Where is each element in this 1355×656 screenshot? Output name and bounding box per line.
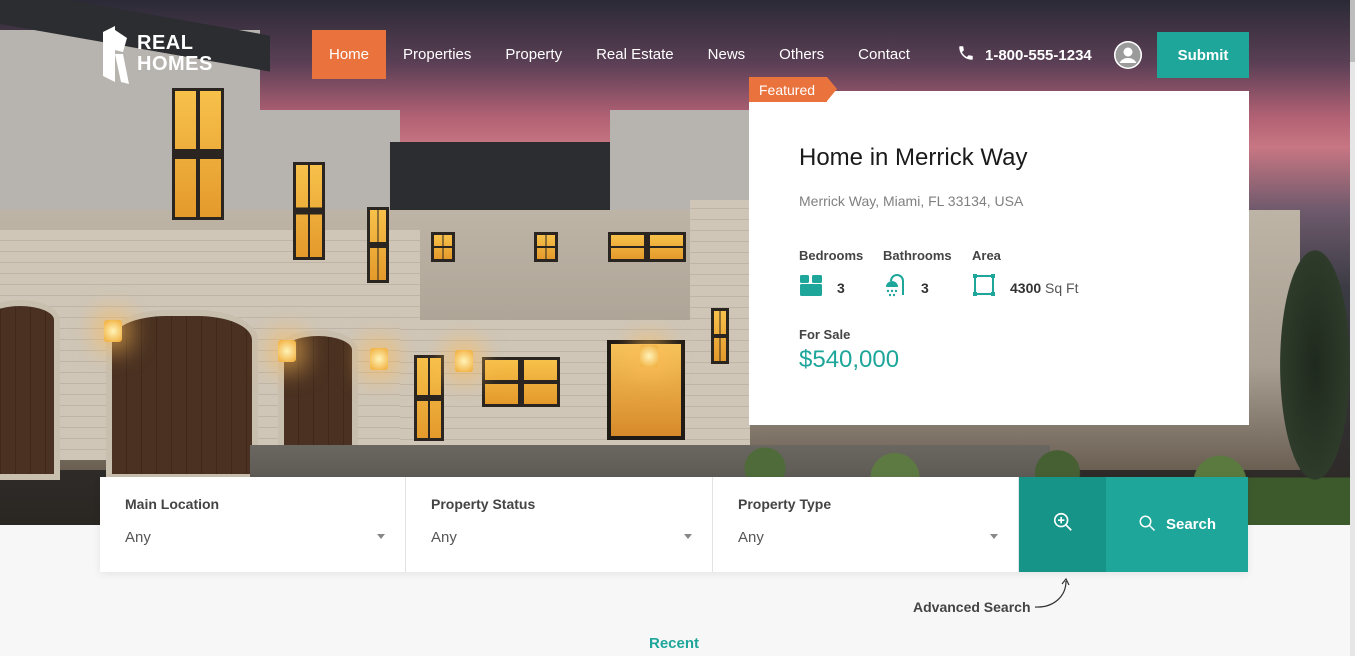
- property-status: For Sale: [799, 327, 851, 342]
- curved-arrow-icon: [1034, 576, 1074, 617]
- logo-line-2: HOMES: [137, 53, 213, 75]
- search-icon: [1138, 514, 1156, 536]
- property-status-value[interactable]: Any: [431, 529, 457, 546]
- property-type-value[interactable]: Any: [738, 529, 764, 546]
- featured-property-card[interactable]: Home in Merrick Way Merrick Way, Miami, …: [749, 91, 1249, 425]
- recent-section-title: Recent: [649, 635, 700, 652]
- advanced-search-toggle[interactable]: [1019, 477, 1106, 572]
- main-nav: Home Properties Property Real Estate New…: [312, 30, 927, 79]
- search-button[interactable]: Search: [1106, 477, 1248, 572]
- chevron-down-icon: [990, 534, 998, 539]
- main-location-label: Main Location: [125, 496, 220, 512]
- phone-icon: [957, 44, 975, 66]
- property-type-label: Property Type: [738, 496, 832, 512]
- bedrooms-value: 3: [837, 279, 845, 296]
- property-title[interactable]: Home in Merrick Way: [799, 144, 1027, 172]
- bathrooms-label: Bathrooms: [883, 248, 952, 263]
- bedrooms-label: Bedrooms: [799, 248, 864, 263]
- chevron-down-icon: [684, 534, 692, 539]
- property-address: Merrick Way, Miami, FL 33134, USA: [799, 193, 1024, 209]
- submit-button[interactable]: Submit: [1157, 32, 1249, 78]
- nav-others[interactable]: Others: [762, 30, 841, 79]
- zoom-in-icon: [1052, 511, 1074, 538]
- area-unit: Sq Ft: [1045, 279, 1079, 296]
- property-search-form: Main Location Any Property Status Any Pr…: [100, 477, 1248, 572]
- logo-icon: [99, 24, 129, 84]
- search-button-label: Search: [1165, 516, 1217, 533]
- scrollbar[interactable]: [1350, 0, 1355, 656]
- bed-icon: [799, 273, 823, 302]
- featured-badge: Featured: [749, 77, 838, 102]
- main-location-value[interactable]: Any: [125, 529, 151, 546]
- user-avatar-icon[interactable]: [1114, 41, 1142, 69]
- advanced-search-hint: Advanced Search: [913, 599, 1031, 615]
- property-status-label: Property Status: [431, 496, 536, 512]
- property-price: $540,000: [799, 346, 900, 373]
- chevron-down-icon: [377, 534, 385, 539]
- bathrooms-value: 3: [921, 279, 929, 296]
- area-value: 4300: [1010, 279, 1042, 296]
- site-logo[interactable]: REAL HOMES: [99, 24, 213, 84]
- nav-real-estate[interactable]: Real Estate: [579, 30, 691, 79]
- area-label: Area: [972, 248, 1001, 263]
- area-meta: Area 4300 Sq Ft: [972, 248, 1079, 302]
- property-status-select[interactable]: Property Status Any: [406, 477, 713, 572]
- property-type-select[interactable]: Property Type Any: [713, 477, 1019, 572]
- bathrooms-meta: Bathrooms 3: [883, 248, 952, 302]
- bedrooms-meta: Bedrooms 3: [799, 248, 863, 302]
- shower-icon: [883, 273, 907, 302]
- scrollbar-thumb[interactable]: [1350, 0, 1355, 62]
- main-location-select[interactable]: Main Location Any: [100, 477, 406, 572]
- nav-home[interactable]: Home: [312, 30, 387, 79]
- nav-property[interactable]: Property: [488, 30, 579, 79]
- nav-contact[interactable]: Contact: [841, 30, 927, 79]
- nav-properties[interactable]: Properties: [386, 30, 488, 79]
- phone-link[interactable]: 1-800-555-1234: [957, 44, 1092, 66]
- logo-line-1: REAL: [137, 32, 194, 54]
- area-icon: [972, 273, 996, 302]
- nav-news[interactable]: News: [691, 30, 763, 79]
- phone-number: 1-800-555-1234: [985, 46, 1092, 64]
